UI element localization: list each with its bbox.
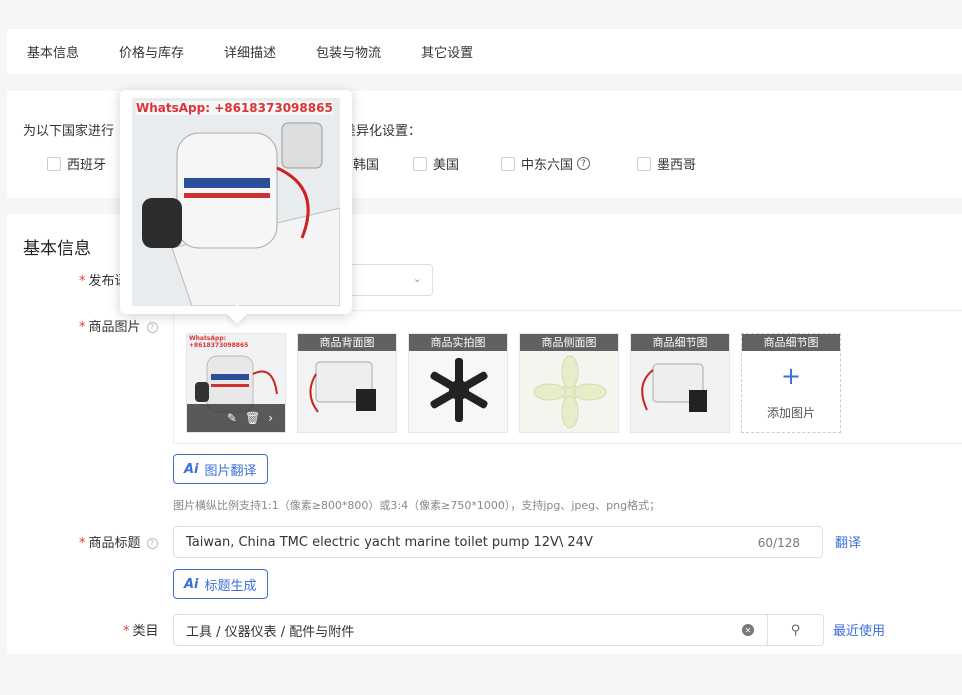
tab-other-settings[interactable]: 其它设置 bbox=[421, 42, 473, 61]
country-checkbox-usa[interactable]: 美国 bbox=[413, 154, 459, 173]
chevron-down-icon: ⌄ bbox=[412, 272, 422, 285]
label-text: 类目 bbox=[132, 624, 159, 639]
product-title-label: * 商品标题? bbox=[79, 532, 158, 551]
title-generate-button[interactable]: Ai 标题生成 bbox=[173, 569, 268, 599]
char-counter: 60/128 bbox=[757, 536, 800, 550]
checkbox-box[interactable] bbox=[413, 156, 427, 171]
image-slot-detail[interactable]: 商品细节图 bbox=[630, 333, 730, 433]
image-caption: 商品侧面图 bbox=[520, 334, 618, 351]
required-star: * bbox=[79, 274, 86, 289]
country-checkbox-middle-east[interactable]: 中东六国 ? bbox=[501, 154, 591, 173]
image-upload-area: WhatsApp: +8618373098865 ✎ 🗑 › 商品背面图 商品实… bbox=[173, 310, 962, 444]
checkbox-label: 韩国 bbox=[353, 158, 380, 173]
ai-icon: Ai bbox=[184, 576, 199, 592]
add-image-label: 添加图片 bbox=[766, 406, 815, 420]
edit-icon[interactable]: ✎ bbox=[227, 411, 237, 425]
required-star: * bbox=[123, 624, 130, 639]
checkbox-label: 西班牙 bbox=[67, 158, 107, 173]
main-image-thumb[interactable]: WhatsApp: +8618373098865 ✎ 🗑 › bbox=[186, 333, 286, 433]
add-image-button[interactable]: 商品细节图 + 添加图片 bbox=[741, 333, 841, 433]
button-label: 图片翻译 bbox=[204, 463, 257, 479]
tab-price-stock[interactable]: 价格与库存 bbox=[119, 42, 184, 61]
chevron-right-icon[interactable]: › bbox=[268, 411, 273, 425]
category-input[interactable]: 工具 / 仪器仪表 / 配件与附件 ✕ ⚲ bbox=[173, 614, 824, 646]
help-icon[interactable]: ? bbox=[146, 322, 158, 333]
image-caption: 商品细节图 bbox=[631, 334, 729, 351]
country-prefix-text: 为以下国家进行 bbox=[23, 124, 115, 139]
pump-preview-image bbox=[132, 98, 340, 306]
image-format-hint: 图片横纵比例支持1:1（像素≥800*800）或3:4（像素≥750*1000）… bbox=[173, 499, 661, 512]
product-images-label: * 商品图片? bbox=[79, 316, 158, 335]
input-value: Taiwan, China TMC electric yacht marine … bbox=[186, 534, 593, 550]
checkbox-label: 中东六国 bbox=[521, 158, 574, 173]
image-caption: 商品实拍图 bbox=[409, 334, 507, 351]
button-label: 标题生成 bbox=[204, 578, 257, 594]
tab-detail[interactable]: 详细描述 bbox=[224, 42, 276, 61]
trash-icon[interactable]: 🗑 bbox=[245, 411, 260, 425]
country-checkbox-spain[interactable]: 西班牙 bbox=[47, 154, 106, 173]
search-icon: ⚲ bbox=[790, 622, 801, 638]
tab-packaging[interactable]: 包装与物流 bbox=[316, 42, 381, 61]
category-label: * 类目 bbox=[123, 620, 159, 639]
country-checkbox-mexico[interactable]: 墨西哥 bbox=[637, 154, 696, 173]
translate-link[interactable]: 翻译 bbox=[835, 532, 861, 551]
input-value: 工具 / 仪器仪表 / 配件与附件 bbox=[186, 624, 355, 640]
label-text: 商品标题 bbox=[88, 536, 141, 551]
section-title: 基本信息 bbox=[23, 239, 91, 259]
tab-bar: 基本信息 价格与库存 详细描述 包装与物流 其它设置 bbox=[7, 29, 962, 74]
image-caption: 商品细节图 bbox=[742, 334, 840, 351]
recent-used-link[interactable]: 最近使用 bbox=[833, 620, 885, 639]
required-star: * bbox=[79, 320, 86, 335]
image-translate-button[interactable]: Ai 图片翻译 bbox=[173, 454, 268, 484]
image-slot-side[interactable]: 商品侧面图 bbox=[519, 333, 619, 433]
checkbox-box[interactable] bbox=[501, 156, 515, 171]
plus-icon: + bbox=[780, 362, 802, 390]
country-suffix-text: 差异化设置： bbox=[343, 124, 422, 139]
watermark-text: WhatsApp: +8618373098865 bbox=[136, 101, 333, 115]
publish-language-select[interactable]: ⌄ bbox=[343, 264, 433, 296]
tab-basic-info[interactable]: 基本信息 bbox=[27, 42, 79, 61]
image-slot-back[interactable]: 商品背面图 bbox=[297, 333, 397, 433]
product-title-input[interactable]: Taiwan, China TMC electric yacht marine … bbox=[173, 526, 823, 558]
checkbox-label: 美国 bbox=[433, 158, 460, 173]
preview-image: WhatsApp: +8618373098865 bbox=[132, 98, 340, 306]
clear-icon[interactable]: ✕ bbox=[742, 624, 754, 636]
image-preview-popover: WhatsApp: +8618373098865 bbox=[120, 90, 352, 324]
image-slot-real[interactable]: 商品实拍图 bbox=[408, 333, 508, 433]
question-icon[interactable]: ? bbox=[577, 157, 591, 170]
ai-icon: Ai bbox=[184, 461, 199, 477]
checkbox-box[interactable] bbox=[47, 156, 61, 171]
required-star: * bbox=[79, 536, 86, 551]
checkbox-box[interactable] bbox=[637, 156, 651, 171]
watermark-text: WhatsApp: +8618373098865 bbox=[189, 335, 249, 349]
help-icon[interactable]: ? bbox=[146, 538, 158, 549]
image-caption: 商品背面图 bbox=[298, 334, 396, 351]
label-text: 商品图片 bbox=[88, 320, 141, 335]
search-button[interactable]: ⚲ bbox=[767, 614, 824, 646]
checkbox-label: 墨西哥 bbox=[657, 158, 697, 173]
image-tools: ✎ 🗑 › bbox=[187, 404, 285, 432]
